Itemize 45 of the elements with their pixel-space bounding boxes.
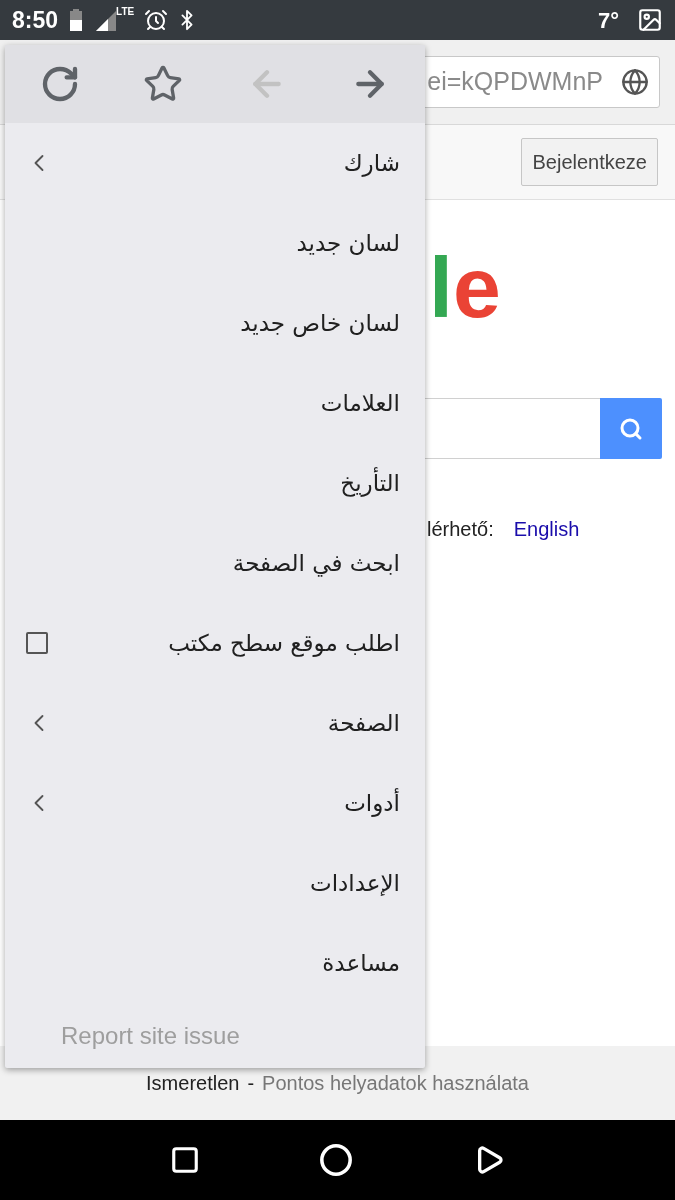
menu-item[interactable]: مساعدة [5,923,425,1003]
network-label: LTE [116,5,135,19]
menu-item-label: مساعدة [322,948,400,978]
menu-item[interactable]: اطلب موقع سطح مكتب [5,603,425,683]
separator: - [247,1071,255,1096]
menu-item-label: العلامات [320,388,400,418]
menu-item[interactable]: لسان جديد [5,203,425,283]
menu-item[interactable]: التأريخ [5,443,425,523]
menu-item[interactable]: الإعدادات [5,843,425,923]
clock-time: 8:50 [12,5,59,35]
precise-location-link[interactable]: Pontos helyadatok használata [262,1068,529,1098]
menu-item[interactable]: لسان خاص جديد [5,283,425,363]
recents-icon[interactable] [169,1145,200,1175]
menu-item-label: لسان خاص جديد [240,308,400,339]
english-link[interactable]: English [513,514,580,544]
alarm-icon [144,8,169,32]
home-icon[interactable] [319,1143,354,1177]
menu-item[interactable]: ابحث في الصفحة [5,523,425,603]
star-icon [143,64,184,104]
temperature: 7° [597,6,619,35]
battery-icon [70,9,83,31]
menu-item[interactable]: شارك [5,123,425,203]
reload-icon [40,64,80,104]
languages-label: lérhető: [427,517,494,542]
menu-item-label: اطلب موقع سطح مكتب [168,628,400,659]
menu-item-label: ابحث في الصفحة [232,548,400,579]
location-label: Ismeretlen [146,1071,240,1096]
image-icon [637,7,663,33]
globe-icon [621,68,649,96]
search-button[interactable] [600,398,662,459]
menu-item[interactable]: أدوات [5,763,425,843]
menu-item-label: أدوات [344,787,400,819]
signal-icon [96,9,117,31]
url-text: ei=kQPDWMnP [427,66,603,98]
menu-item-label: التأريخ [340,466,400,499]
sign-in-button[interactable]: Bejelentkeze [521,138,658,186]
menu-item[interactable]: العلامات [5,363,425,443]
menu-item[interactable]: الصفحة [5,683,425,763]
menu-item-label: شارك [343,148,400,179]
search-icon [619,416,643,441]
logo: le [429,244,501,330]
menu-item-label: الإعدادات [310,868,400,898]
checkbox[interactable] [26,632,48,654]
menu-item-label: لسان جديد [296,228,400,258]
menu-item-label: الصفحة [327,708,400,738]
